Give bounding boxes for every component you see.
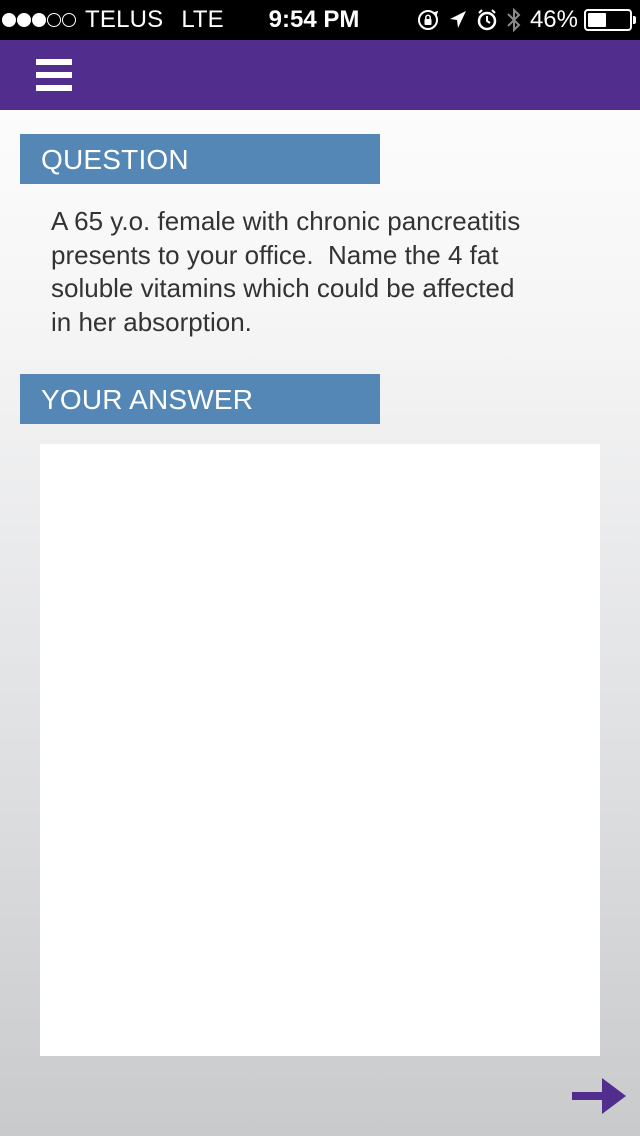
- signal-dot: [62, 13, 76, 27]
- network-type: LTE: [181, 6, 224, 33]
- answer-input[interactable]: [40, 444, 600, 1056]
- next-button[interactable]: [572, 1076, 628, 1116]
- top-nav-bar: [0, 40, 640, 110]
- signal-dot: [32, 13, 46, 27]
- status-bar: TELUS LTE 9:54 PM 46%: [0, 0, 640, 40]
- menu-bar-line: [36, 85, 72, 91]
- signal-dot: [2, 13, 16, 27]
- question-header: QUESTION: [20, 134, 380, 184]
- battery-tip: [633, 16, 636, 24]
- orientation-lock-icon: [416, 8, 440, 32]
- hamburger-menu-icon[interactable]: [36, 59, 72, 91]
- battery-icon: [584, 9, 632, 31]
- menu-bar-line: [36, 59, 72, 65]
- battery-level-fill: [588, 13, 606, 27]
- arrow-right-icon: [572, 1078, 626, 1114]
- signal-dot: [47, 13, 61, 27]
- menu-bar-line: [36, 72, 72, 78]
- question-text: A 65 y.o. female with chronic pancreatit…: [51, 206, 521, 337]
- answer-header: YOUR ANSWER: [20, 374, 380, 424]
- signal-dot: [17, 13, 31, 27]
- cellular-signal-icon: [2, 13, 77, 27]
- status-right: 46%: [416, 0, 636, 40]
- alarm-clock-icon: [476, 8, 498, 32]
- carrier-name: TELUS: [85, 6, 164, 33]
- bluetooth-icon: [506, 6, 522, 34]
- battery-percent: 46%: [529, 6, 578, 33]
- location-arrow-icon: [448, 9, 468, 31]
- status-left: TELUS LTE: [0, 0, 224, 40]
- status-time: 9:54 PM: [268, 6, 360, 33]
